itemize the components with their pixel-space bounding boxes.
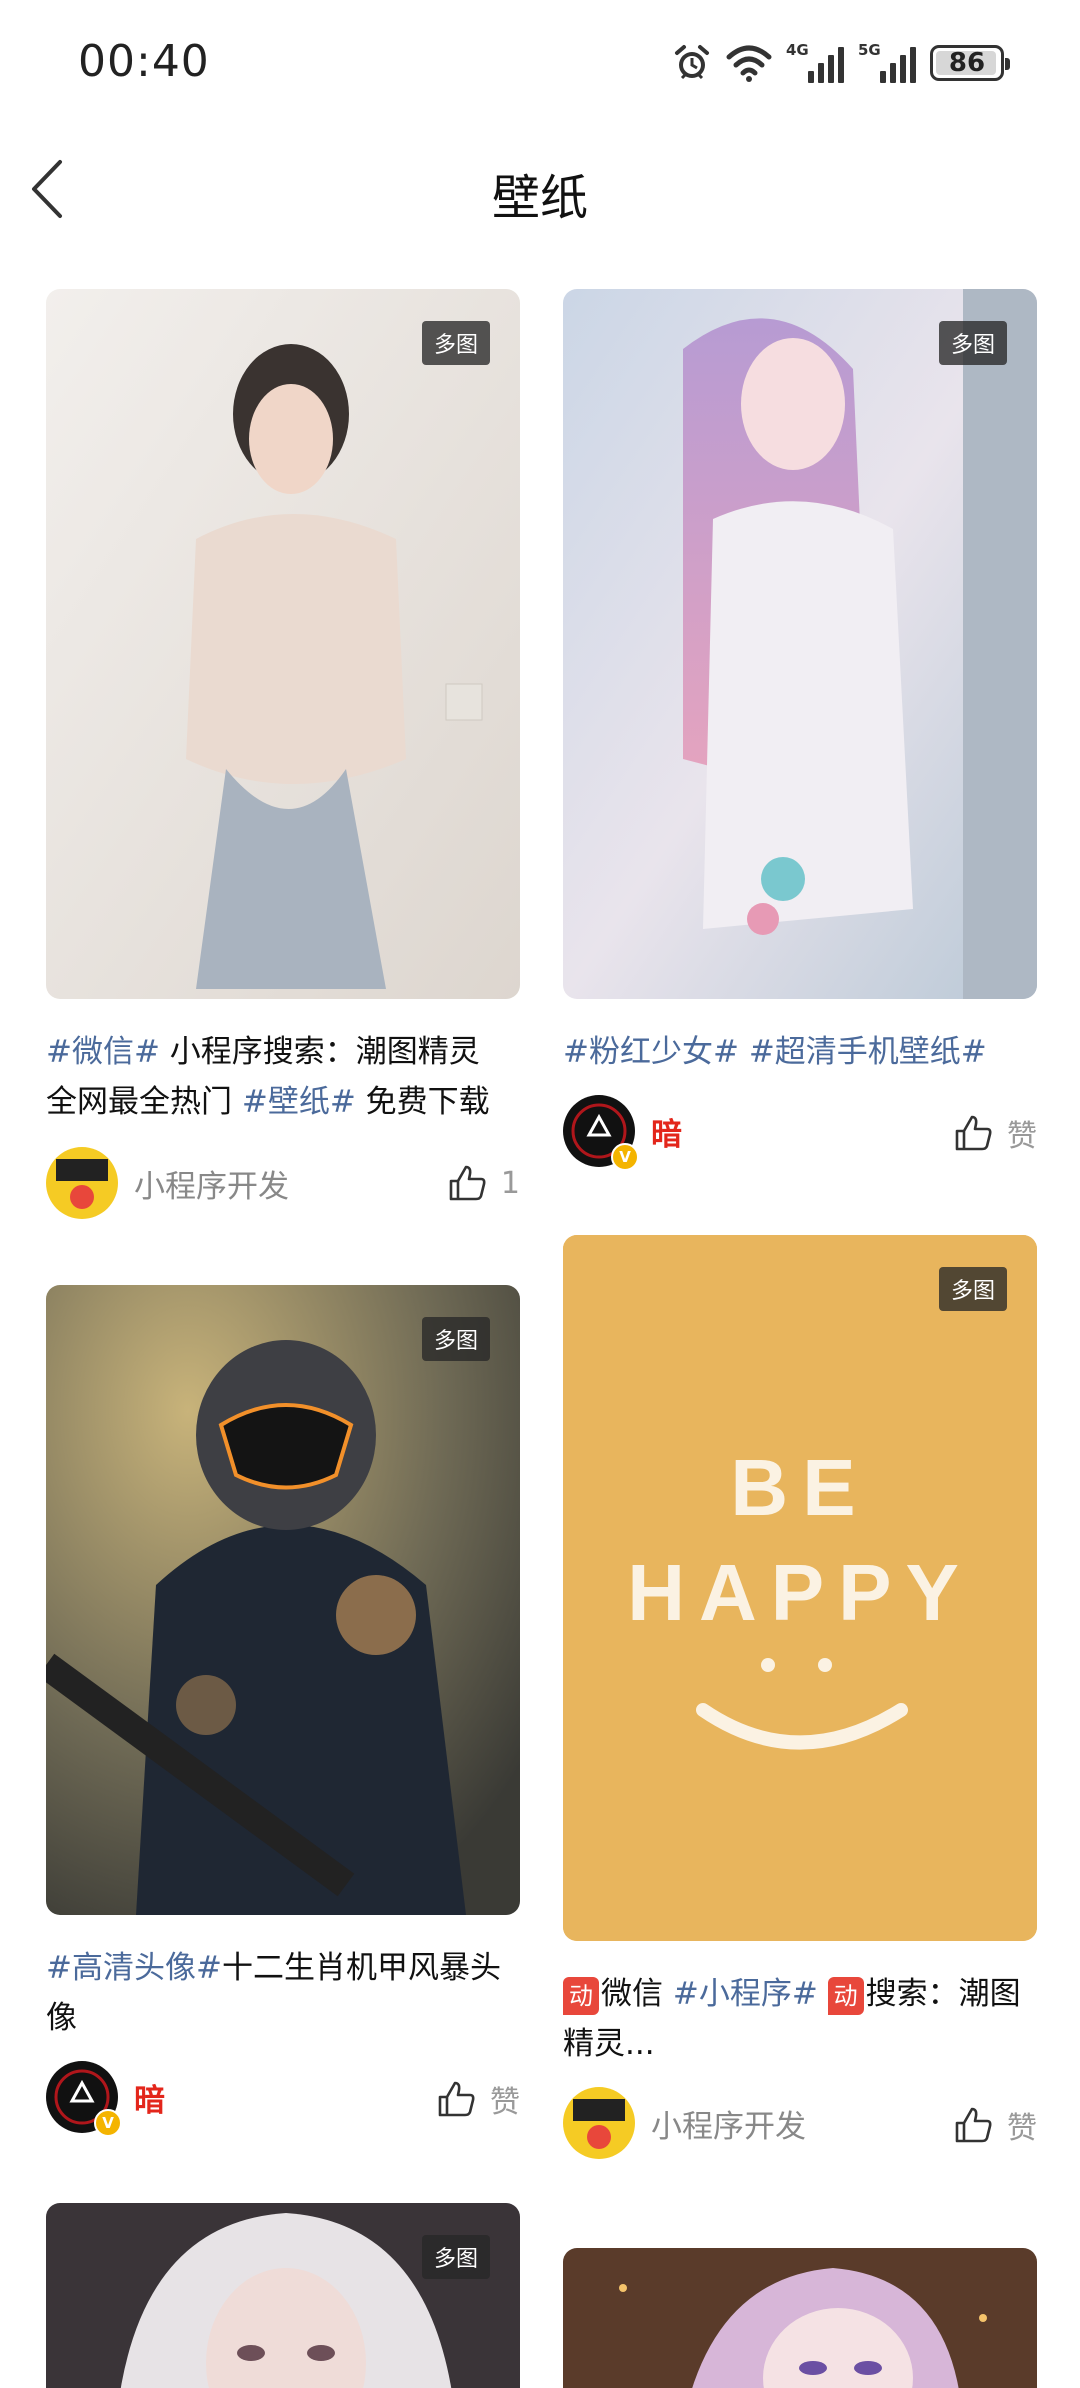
thumbs-up-icon [955, 1115, 992, 1151]
like-count: 赞 [490, 2085, 520, 2120]
like-button[interactable]: 赞 [436, 2077, 520, 2121]
network-type-1: 4G [786, 41, 809, 59]
multi-image-badge: 多图 [938, 321, 1007, 365]
card-meta: V 暗 赞 [563, 1095, 1037, 1171]
hashtag-link[interactable]: #小程序# [673, 1976, 818, 2012]
battery-icon: 86 [930, 45, 1010, 81]
network-type-2: 5G [858, 41, 881, 59]
like-button[interactable]: 1 [447, 1163, 520, 1203]
image-text-line-1: BE [730, 1443, 869, 1532]
multi-image-badge: 多图 [938, 1267, 1007, 1311]
card-meta: 小程序开发 赞 [563, 2087, 1037, 2161]
status-bar: 00:40 4G 5G 86 [0, 0, 1080, 130]
card-caption: #微信# 小程序搜索：潮图精灵全网最全热门 #壁纸# 免费下载 [46, 1027, 520, 1127]
photo-image [46, 289, 520, 999]
signal-5g-icon: 5G [858, 41, 916, 83]
like-count: 赞 [1007, 2111, 1037, 2146]
promo-badge: 动 [827, 1976, 864, 2015]
like-button[interactable]: 赞 [953, 1111, 1037, 1155]
card-caption: 动微信 #小程序# 动搜索：潮图精灵... [563, 1969, 1037, 2069]
multi-image-badge: 多图 [421, 321, 490, 365]
card-image[interactable]: 多图 [46, 289, 520, 999]
card-image[interactable] [563, 2248, 1037, 2388]
avatar[interactable] [563, 2087, 635, 2159]
wallpaper-card[interactable]: BE HAPPY 多图 动微信 #小程序# 动搜索：潮图精灵... 小程序开发 … [563, 1235, 1037, 2161]
caption-text: 免费下载 [355, 1084, 490, 1120]
card-image[interactable]: 多图 [46, 2203, 520, 2388]
portrait-image [46, 2203, 520, 2388]
alarm-icon [675, 45, 709, 80]
card-image[interactable]: BE HAPPY 多图 [563, 1235, 1037, 1941]
be-happy-image: BE HAPPY [563, 1235, 1037, 1941]
thumbs-up-icon [955, 2107, 992, 2143]
battery-level: 86 [948, 48, 986, 78]
caption-text [818, 1976, 828, 2012]
like-button[interactable]: 赞 [953, 2103, 1037, 2147]
status-icons: 4G 5G 86 [672, 40, 1010, 86]
image-text-line-2: HAPPY [627, 1548, 973, 1637]
card-image[interactable]: 多图 [46, 1285, 520, 1915]
card-caption: #高清头像#十二生肖机甲风暴头像 [46, 1943, 520, 2043]
hashtag-link[interactable]: #微信# [46, 1034, 160, 1070]
page-title: 壁纸 [491, 170, 588, 226]
card-caption: #粉红少女# #超清手机壁纸# [563, 1027, 1037, 1077]
wallpaper-card[interactable]: 多图 #微信# 小程序搜索：潮图精灵全网最全热门 #壁纸# 免费下载 小程序开发… [46, 289, 520, 1221]
verified-icon: V [611, 1143, 639, 1171]
wallpaper-card[interactable]: 多图 [46, 2203, 520, 2388]
wallpaper-card[interactable]: 多图 #高清头像#十二生肖机甲风暴头像 V 暗 赞 [46, 1285, 520, 2137]
hashtag-link[interactable]: #高清头像# [46, 1950, 222, 1986]
like-count: 1 [500, 1165, 520, 1201]
avatar[interactable] [46, 1147, 118, 1219]
hashtag-link[interactable]: #粉红少女# [563, 1034, 739, 1070]
author-name[interactable]: 小程序开发 [134, 1161, 289, 1206]
like-count: 赞 [1007, 1119, 1037, 1154]
thumbs-up-icon [438, 2081, 475, 2117]
verified-icon: V [94, 2109, 122, 2137]
card-meta: 小程序开发 1 [46, 1147, 520, 1221]
card-image[interactable]: 多图 [563, 289, 1037, 999]
author-name[interactable]: 暗 [134, 2075, 165, 2120]
wallpaper-card[interactable] [563, 2248, 1037, 2388]
caption-text: 微信 [601, 1976, 673, 2012]
caption-text [739, 1034, 749, 1070]
wifi-icon [726, 45, 772, 82]
author-name[interactable]: 暗 [651, 1109, 682, 1154]
promo-badge: 动 [563, 1976, 599, 2015]
card-meta: V 暗 赞 [46, 2061, 520, 2137]
author-name[interactable]: 小程序开发 [651, 2101, 806, 2146]
anime-image [563, 2248, 1037, 2388]
mecha-image [46, 1285, 520, 1915]
signal-4g-icon: 4G [786, 41, 844, 83]
multi-image-badge: 多图 [421, 2235, 490, 2279]
hashtag-link[interactable]: #超清手机壁纸# [749, 1034, 987, 1070]
hashtag-link[interactable]: #壁纸# [242, 1084, 356, 1120]
illustration-image [563, 289, 1037, 999]
multi-image-badge: 多图 [421, 1317, 490, 1361]
status-time: 00:40 [78, 36, 210, 87]
header: 壁纸 [0, 130, 1080, 248]
wallpaper-card[interactable]: 多图 #粉红少女# #超清手机壁纸# V 暗 赞 [563, 289, 1037, 1171]
thumbs-up-icon [449, 1165, 486, 1201]
